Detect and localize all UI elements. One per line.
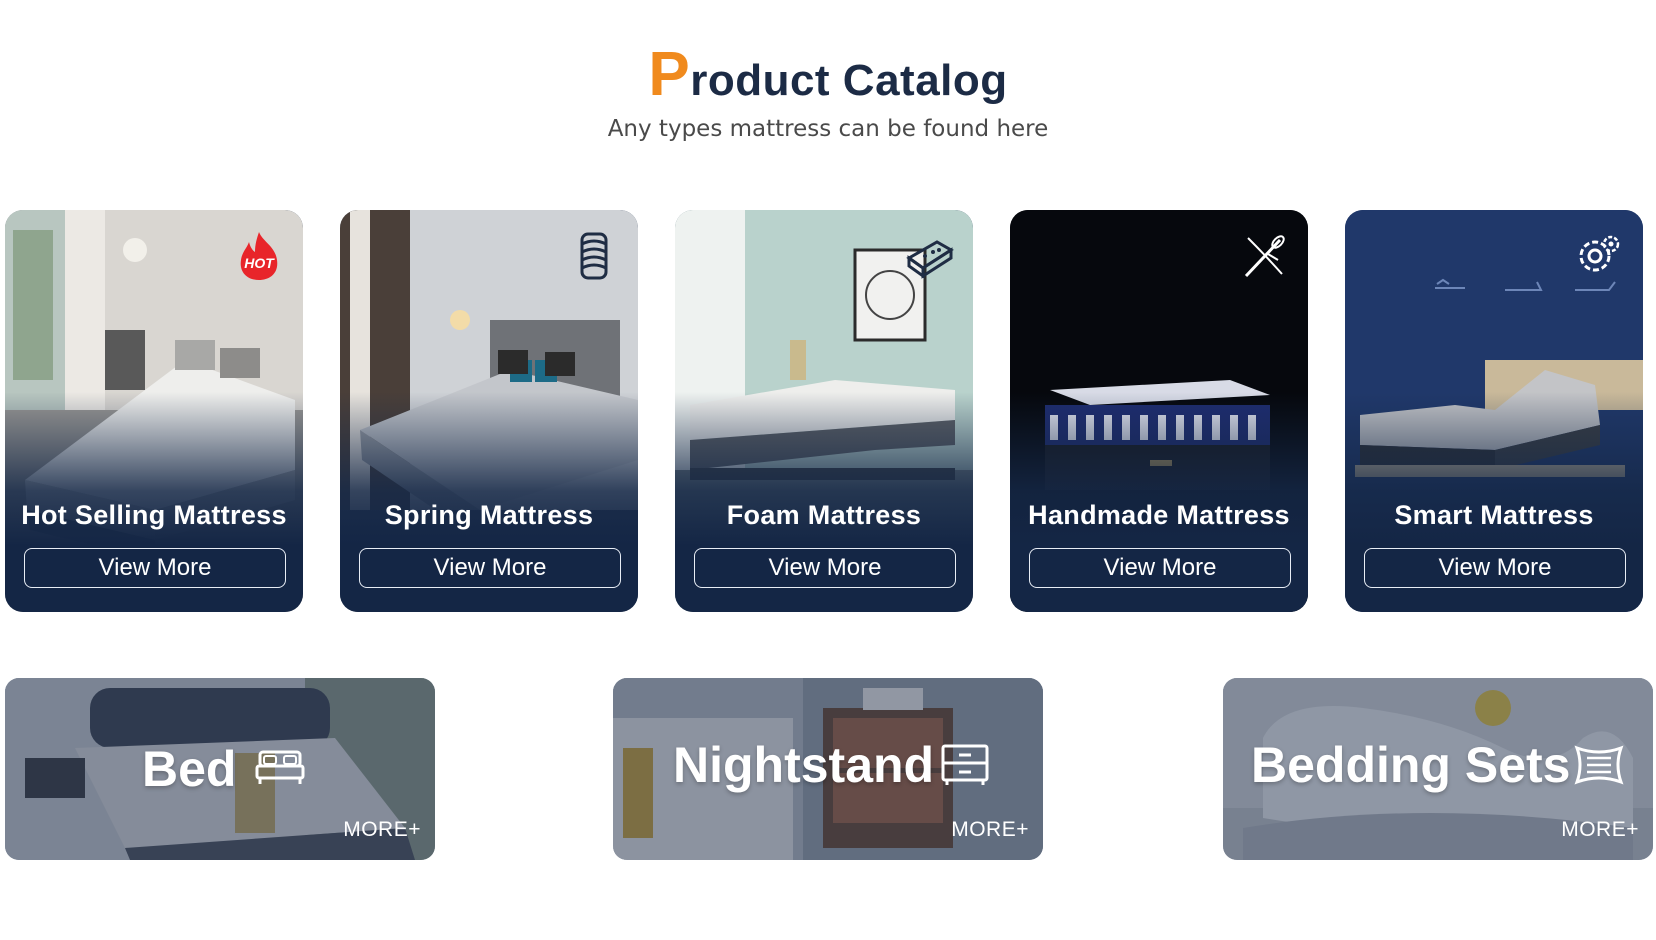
view-more-button[interactable]: View More [359,548,621,588]
more-link[interactable]: MORE+ [343,818,421,842]
card-handmade-mattress[interactable]: Handmade Mattress View More [1010,210,1308,612]
card-spring-mattress[interactable]: Spring Mattress View More [340,210,638,612]
card-title: Handmade Mattress [1028,500,1290,530]
card-foam-mattress[interactable]: Foam Mattress View More [675,210,973,612]
pillow-icon [1574,745,1624,785]
drawer-cabinet-icon [941,744,989,785]
card-title: Foam Mattress [726,500,922,530]
tile-title: Bedding Sets [1251,737,1571,793]
card-smart-mattress[interactable]: Smart Mattress View More [1345,210,1643,612]
card-hot-selling-mattress[interactable]: HOT Hot Selling Mattress View More [5,210,303,612]
foam-block-icon [906,240,954,279]
tile-title: Nightstand [673,737,935,793]
card-title: Hot Selling Mattress [21,500,287,530]
card-title: Spring Mattress [384,500,594,530]
mattress-cards: HOT Hot Selling Mattress View More Sprin… [5,210,1653,612]
title-first-letter: P [648,40,691,109]
needle-thread-icon [1244,235,1285,278]
view-more-button[interactable]: View More [694,548,956,588]
hot-flame-icon: HOT [240,232,278,280]
tile-nightstand[interactable]: Nightstand MORE+ [613,678,1043,860]
page-subtitle: Any types mattress can be found here [607,116,1049,142]
hot-badge-text: HOT [244,255,275,271]
catalog-header: Product Catalog Any types mattress can b… [0,44,1656,143]
view-more-button[interactable]: View More [1364,548,1626,588]
more-link[interactable]: MORE+ [951,818,1029,842]
tile-bed[interactable]: Bed MORE+ [5,678,435,860]
title-rest: roduct Catalog [690,56,1008,105]
gear-icon [1579,235,1620,272]
more-link[interactable]: MORE+ [1561,818,1639,842]
furniture-tiles: Bed MORE+ Nightstand MORE+ Bedding Sets … [5,678,1653,860]
bed-icon [255,750,305,784]
view-more-button[interactable]: View More [1029,548,1291,588]
view-more-button[interactable]: View More [24,548,286,588]
card-title: Smart Mattress [1394,500,1594,530]
coil-spring-icon [580,232,608,280]
page-title: Product Catalog [0,44,1656,106]
tile-bedding-sets[interactable]: Bedding Sets MORE+ [1223,678,1653,860]
tile-title: Bed [142,741,237,797]
